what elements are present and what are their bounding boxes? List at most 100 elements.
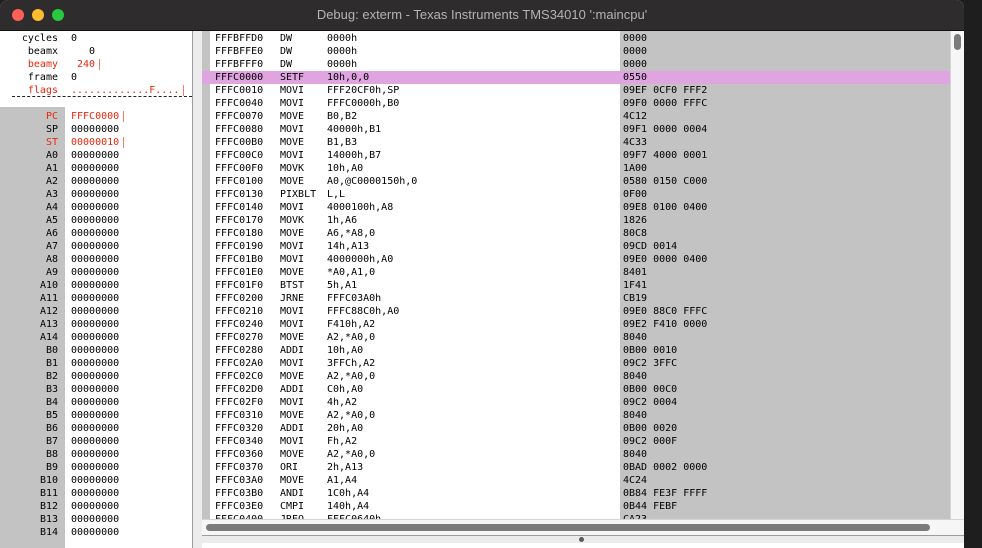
instruction-mnemonic: CMPI bbox=[280, 501, 305, 512]
disassembly-row[interactable]: FFFC0310 MOVE A2,*A0,0 8040 bbox=[202, 409, 964, 422]
disassembly-row[interactable]: FFFC0370 ORI 2h,A13 0BAD 0002 0000 bbox=[202, 461, 964, 474]
register-value[interactable]: 00000000 bbox=[71, 279, 119, 292]
instruction-operands: A2,*A0,0 bbox=[327, 332, 376, 343]
register-value[interactable]: 00000000 bbox=[71, 357, 119, 370]
register-name: beamx bbox=[27, 46, 58, 57]
register-value[interactable]: 00000000 bbox=[71, 201, 119, 214]
register-value[interactable]: 00000000 bbox=[71, 240, 119, 253]
register-value[interactable]: 00000000 bbox=[71, 214, 119, 227]
disassembly-row[interactable]: FFFC02F0 MOVI 4h,A2 09C2 0004 bbox=[202, 396, 964, 409]
disassembly-row[interactable]: FFFC02D0 ADDI C0h,A0 0B00 00C0 bbox=[202, 383, 964, 396]
register-value[interactable]: 00000000 bbox=[71, 266, 119, 279]
register-value[interactable]: 00000000 bbox=[71, 513, 119, 526]
disassembly-row[interactable]: FFFC0140 MOVI 4000100h,A8 09E8 0100 0400 bbox=[202, 201, 964, 214]
console-pane[interactable] bbox=[202, 543, 964, 548]
register-value[interactable]: 00000000 bbox=[71, 487, 119, 500]
instruction-operands: L,L bbox=[327, 189, 346, 200]
register-value[interactable]: 00000000 bbox=[71, 331, 119, 344]
register-value[interactable]: 00000000 bbox=[71, 292, 119, 305]
disassembly-row[interactable]: FFFC0320 ADDI 20h,A0 0B00 0020 bbox=[202, 422, 964, 435]
instruction-address: FFFC0240 bbox=[215, 319, 264, 330]
title-bar[interactable]: Debug: exterm - Texas Instruments TMS340… bbox=[0, 0, 964, 31]
instruction-address: FFFC0360 bbox=[215, 449, 264, 460]
disassembly-row[interactable]: FFFC0100 MOVE A0,@C0000150h,0 0580 0150 C00… bbox=[202, 175, 964, 188]
disassembly-row[interactable]: FFFBFFF0 DW 0000h 0000 bbox=[202, 58, 964, 71]
register-value[interactable]: 00000000 bbox=[71, 370, 119, 383]
register-name: A6 bbox=[45, 228, 58, 239]
disassembly-row[interactable]: FFFC0190 MOVI 14h,A13 09CD 0014 bbox=[202, 240, 964, 253]
instruction-operands: FFF20CF0h,SP bbox=[327, 85, 400, 96]
register-value[interactable]: 00000000 bbox=[71, 162, 119, 175]
instruction-mnemonic: MOVI bbox=[280, 124, 305, 135]
disassembly-row[interactable]: FFFC03A0 MOVE A1,A4 4C24 bbox=[202, 474, 964, 487]
instruction-operands: FFFC0000h,B0 bbox=[327, 98, 400, 109]
instruction-address: FFFC0140 bbox=[215, 202, 264, 213]
horizontal-scroll-thumb[interactable] bbox=[206, 524, 930, 531]
register-value[interactable]: 00000000 bbox=[71, 409, 119, 422]
instruction-bytes: 09C2 3FFC bbox=[623, 358, 678, 369]
disassembly-pane[interactable]: FFFBFFD0 DW 0000h 0000 FFFBFFE0 DW 0000h 0000 FF… bbox=[202, 31, 964, 519]
disassembly-row[interactable]: FFFC0130 PIXBLT L,L 0F00 bbox=[202, 188, 964, 201]
disassembly-row[interactable]: FFFC0180 MOVE A6,*A8,0 80C8 bbox=[202, 227, 964, 240]
register-value[interactable]: 00000000 bbox=[71, 461, 119, 474]
disassembly-row[interactable]: FFFC00F0 MOVK 10h,A0 1A00 bbox=[202, 162, 964, 175]
instruction-bytes: 0000 bbox=[623, 59, 648, 70]
disassembly-horizontal-scrollbar[interactable] bbox=[202, 519, 964, 535]
register-value[interactable]: 00000000 bbox=[71, 422, 119, 435]
register-value[interactable]: 00000000 bbox=[71, 474, 119, 487]
register-value[interactable]: 00000000 bbox=[71, 149, 119, 162]
register-value[interactable]: 00000000 bbox=[71, 344, 119, 357]
disassembly-row[interactable]: FFFC0360 MOVE A2,*A0,0 8040 bbox=[202, 448, 964, 461]
disassembly-row[interactable]: FFFC0200 JRNE FFFC03A0h CB19 bbox=[202, 292, 964, 305]
disassembly-row[interactable]: FFFBFFE0 DW 0000h 0000 bbox=[202, 45, 964, 58]
disassembly-row[interactable]: FFFBFFD0 DW 0000h 0000 bbox=[202, 32, 964, 45]
disassembly-row[interactable]: FFFC02C0 MOVE A2,*A0,0 8040 bbox=[202, 370, 964, 383]
disassembly-row[interactable]: FFFC0070 MOVE B0,B2 4C12 bbox=[202, 110, 964, 123]
register-value[interactable]: 00000000 bbox=[71, 383, 119, 396]
register-value[interactable]: 00000000 bbox=[71, 396, 119, 409]
disassembly-row[interactable]: FFFC0270 MOVE A2,*A0,0 8040 bbox=[202, 331, 964, 344]
disassembly-row[interactable]: FFFC01E0 MOVE *A0,A1,0 8401 bbox=[202, 266, 964, 279]
instruction-operands: A2,*A0,0 bbox=[327, 371, 376, 382]
register-value[interactable]: 00000000 bbox=[71, 227, 119, 240]
disassembly-row[interactable]: FFFC0340 MOVI Fh,A2 09C2 000F bbox=[202, 435, 964, 448]
changed-marker bbox=[123, 137, 124, 148]
register-value[interactable]: 00000000 bbox=[71, 500, 119, 513]
disassembly-row[interactable]: FFFC0280 ADDI 10h,A0 0B00 0010 bbox=[202, 344, 964, 357]
disassembly-row[interactable]: FFFC0210 MOVI FFFC88C0h,A0 09E0 88C0 FFFC bbox=[202, 305, 964, 318]
registers-pane[interactable]: cycles 0 beamx 0 beamy 240 frame 0 flags......… bbox=[0, 31, 192, 548]
register-value[interactable]: 0 bbox=[71, 71, 77, 84]
disassembly-row[interactable]: FFFC01B0 MOVI 4000000h,A0 09E0 0000 0400 bbox=[202, 253, 964, 266]
disassembly-row[interactable]: FFFC02A0 MOVI 3FFCh,A2 09C2 3FFC bbox=[202, 357, 964, 370]
register-value[interactable]: 00000000 bbox=[71, 175, 119, 188]
register-value[interactable]: 00000000 bbox=[71, 318, 119, 331]
register-value[interactable]: 00000000 bbox=[71, 305, 119, 318]
current-instruction-row[interactable]: FFFC0000 SETF 10h,0,0 0550 bbox=[202, 71, 964, 84]
register-value[interactable]: 00000000 bbox=[71, 448, 119, 461]
register-value[interactable]: 00000000 bbox=[71, 188, 119, 201]
disassembly-row[interactable]: FFFC0170 MOVK 1h,A6 1826 bbox=[202, 214, 964, 227]
register-value[interactable]: FFFC0000 bbox=[71, 110, 119, 123]
register-value[interactable]: .............F.... bbox=[71, 84, 179, 97]
register-value[interactable]: 00000000 bbox=[71, 526, 119, 539]
disassembly-vertical-scrollbar[interactable] bbox=[950, 31, 964, 519]
register-value[interactable]: 00000000 bbox=[71, 123, 119, 136]
disassembly-row[interactable]: FFFC00B0 MOVE B1,B3 4C33 bbox=[202, 136, 964, 149]
register-value[interactable]: 0 bbox=[71, 32, 77, 45]
register-value[interactable]: 00000010 bbox=[71, 136, 119, 149]
disassembly-row[interactable]: FFFC0240 MOVI F410h,A2 09E2 F410 0000 bbox=[202, 318, 964, 331]
disassembly-row[interactable]: FFFC00C0 MOVI 14000h,B7 09F7 4000 0001 bbox=[202, 149, 964, 162]
disassembly-row[interactable]: FFFC03B0 ANDI 1C0h,A4 0B84 FE3F FFFF bbox=[202, 487, 964, 500]
disassembly-row[interactable]: FFFC03E0 CMPI 140h,A4 0B44 FEBF bbox=[202, 500, 964, 513]
register-value[interactable]: 240 bbox=[71, 58, 95, 71]
register-value[interactable]: 00000000 bbox=[71, 253, 119, 266]
disassembly-row[interactable]: FFFC0040 MOVI FFFC0000h,B0 09F0 0000 FFFC bbox=[202, 97, 964, 110]
register-value[interactable]: 00000000 bbox=[71, 435, 119, 448]
vertical-scroll-thumb[interactable] bbox=[954, 34, 961, 50]
disassembly-row[interactable]: FFFC0010 MOVI FFF20CF0h,SP 09EF 0CF0 FFF2 bbox=[202, 84, 964, 97]
instruction-bytes: 0B84 FE3F FFFF bbox=[623, 488, 708, 499]
disassembly-row[interactable]: FFFC0080 MOVI 40000h,B1 09F1 0000 0004 bbox=[202, 123, 964, 136]
instruction-mnemonic: DW bbox=[280, 33, 293, 44]
disassembly-row[interactable]: FFFC01F0 BTST 5h,A1 1F41 bbox=[202, 279, 964, 292]
register-value[interactable]: 0 bbox=[71, 45, 95, 58]
